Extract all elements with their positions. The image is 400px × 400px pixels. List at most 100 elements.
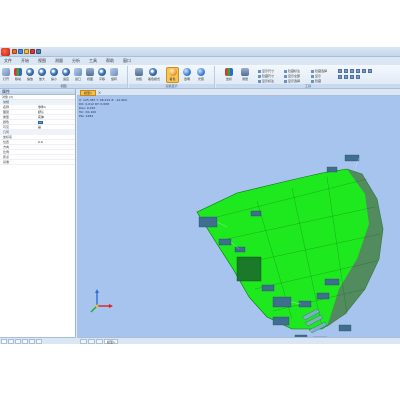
shaded-mode-icon — [149, 68, 157, 76]
ribbon-group-render-label: 渲染显示 — [129, 84, 214, 88]
3d-viewport[interactable]: 模型1 × X: 125.387 Y: 48.215 Z: -12.904 DX… — [77, 89, 400, 344]
coordinate-readout: X: 125.387 Y: 48.215 Z: -12.904 DX: 0.01… — [79, 98, 127, 118]
fit-button[interactable]: 适应 — [61, 68, 71, 82]
view-button[interactable]: 视图 — [85, 68, 95, 82]
panel-tab[interactable] — [15, 339, 21, 344]
show-dimensions-button[interactable]: 显示尺寸 — [258, 69, 274, 73]
quick-access-toolbar — [12, 49, 41, 54]
tool-icon[interactable] — [344, 75, 348, 79]
axis-triad-icon — [90, 289, 113, 313]
tool-icon[interactable] — [362, 69, 366, 73]
fit-icon — [62, 68, 70, 76]
model-scene[interactable] — [77, 89, 400, 344]
panel-tab[interactable] — [8, 339, 14, 344]
tool-icon[interactable] — [350, 75, 354, 79]
zoom-in-button[interactable]: 放大 — [37, 68, 47, 82]
wireframe-icon — [135, 68, 143, 76]
new-icon[interactable] — [12, 49, 17, 54]
properties-panel: 属性 对象 (2) 常规 名称 零件1 图层 默认 类型 实体 颜色 可见是 几何 坐… — [0, 89, 76, 344]
title-bar — [0, 47, 400, 57]
menu-measure[interactable]: 测量 — [55, 58, 63, 64]
extra-tools-row-1 — [338, 69, 372, 73]
menu-view[interactable]: 视图 — [38, 58, 46, 64]
bottom-tab-model[interactable]: 模型1 — [104, 339, 118, 344]
measure-icon — [241, 68, 249, 76]
rotate-icon — [110, 68, 118, 76]
bottom-tab[interactable] — [88, 339, 95, 344]
tool-icon[interactable] — [356, 69, 360, 73]
wireframe-button[interactable]: 线框 — [134, 68, 144, 82]
window-zoom-button[interactable]: 窗口 — [73, 68, 83, 82]
undo-icon[interactable] — [30, 49, 35, 54]
open-icon — [2, 68, 10, 76]
transparent-button[interactable]: 透明 — [182, 68, 192, 82]
ribbon-group-tools: 坐标 测量 显示尺寸 隐藏尺寸 显示标注 隐藏标注 显示全部 显示选择 隐藏选择… — [216, 66, 400, 88]
shaded-mode-button[interactable]: 着色模式 — [148, 68, 160, 82]
tool-icon[interactable] — [368, 69, 372, 73]
ribbon-group-view-label: 视图 — [0, 84, 127, 88]
open-button[interactable]: 打开 — [1, 68, 11, 82]
pan-button[interactable]: 平移 — [97, 68, 107, 82]
ribbon: 打开 移动 缩放 放大 缩小 适应 窗口 视图 平移 旋转 视图 线框 着色模式… — [0, 65, 400, 89]
zoom-icon — [26, 68, 34, 76]
transparent-icon — [183, 68, 191, 76]
panel-tab[interactable] — [29, 339, 35, 344]
view-icon — [86, 68, 94, 76]
move-icon — [14, 68, 22, 76]
hide-selection-button[interactable]: 隐藏选择 — [311, 69, 327, 73]
dropdown-icon[interactable] — [36, 49, 41, 54]
menu-window[interactable]: 窗口 — [123, 58, 131, 64]
viewport-tab[interactable]: 模型1 — [80, 90, 96, 96]
shaded-button[interactable]: 着色 — [166, 67, 179, 83]
open-folder-icon[interactable] — [24, 49, 29, 54]
application-window: 文件 开始 视图 测量 分析 工具 帮助 窗口 打开 移动 缩放 放大 缩小 适… — [0, 47, 400, 344]
viewport-tab-bar: 模型1 × — [77, 89, 400, 96]
axes-button[interactable]: 坐标 — [224, 68, 234, 82]
panel-tab[interactable] — [1, 339, 7, 344]
bottom-tab[interactable] — [96, 339, 103, 344]
menu-home[interactable]: 开始 — [21, 58, 29, 64]
panel-tab[interactable] — [22, 339, 28, 344]
ribbon-group-render: 线框 着色模式 着色 透明 光照 渲染显示 — [129, 66, 215, 88]
measure-button[interactable]: 测量 — [240, 68, 250, 82]
axes-icon — [225, 68, 233, 76]
tool-icon[interactable] — [344, 69, 348, 73]
move-button[interactable]: 移动 — [13, 68, 23, 82]
close-tab-icon[interactable]: × — [97, 90, 102, 95]
tool-icon[interactable] — [338, 75, 342, 79]
hide-dimensions-button[interactable]: 隐藏尺寸 — [258, 74, 274, 78]
tool-icon[interactable] — [350, 69, 354, 73]
show-button[interactable]: 显示 — [311, 74, 321, 78]
hide-annotations-button[interactable]: 隐藏标注 — [284, 69, 300, 73]
pan-icon — [98, 68, 106, 76]
menu-help[interactable]: 帮助 — [106, 58, 114, 64]
rotate-button[interactable]: 旋转 — [109, 68, 119, 82]
light-button[interactable]: 光照 — [196, 68, 206, 82]
panel-tab[interactable] — [36, 339, 42, 344]
show-all-button[interactable]: 显示全部 — [284, 74, 300, 78]
menu-tools[interactable]: 工具 — [89, 58, 97, 64]
menu-file[interactable]: 文件 — [4, 58, 12, 64]
properties-panel-tabs — [0, 337, 76, 344]
color-swatch[interactable] — [38, 120, 43, 124]
save-icon[interactable] — [18, 49, 23, 54]
ribbon-group-view: 打开 移动 缩放 放大 缩小 适应 窗口 视图 平移 旋转 视图 — [0, 66, 128, 88]
zoom-out-icon — [50, 68, 58, 76]
show-selection-button[interactable]: 显示选择 — [284, 79, 300, 83]
app-logo-icon[interactable] — [1, 48, 10, 56]
bottom-tab[interactable] — [80, 339, 87, 344]
menu-analysis[interactable]: 分析 — [72, 58, 80, 64]
hide-button[interactable]: 隐藏 — [311, 79, 321, 83]
zoom-button[interactable]: 缩放 — [25, 68, 35, 82]
viewport-bottom-tabs: 模型1 — [77, 337, 400, 344]
tool-icon[interactable] — [356, 75, 360, 79]
property-row[interactable]: 基准 — [0, 160, 75, 165]
show-annotations-button[interactable]: 显示标注 — [258, 79, 274, 83]
shaded-icon — [168, 68, 177, 76]
extra-tools-row-2 — [338, 75, 360, 79]
zoom-out-button[interactable]: 缩小 — [49, 68, 59, 82]
light-icon — [197, 68, 205, 76]
tool-icon[interactable] — [338, 69, 342, 73]
ribbon-group-tools-label: 工具 — [216, 84, 400, 88]
readout-line: Pts: 1284 — [79, 114, 94, 118]
